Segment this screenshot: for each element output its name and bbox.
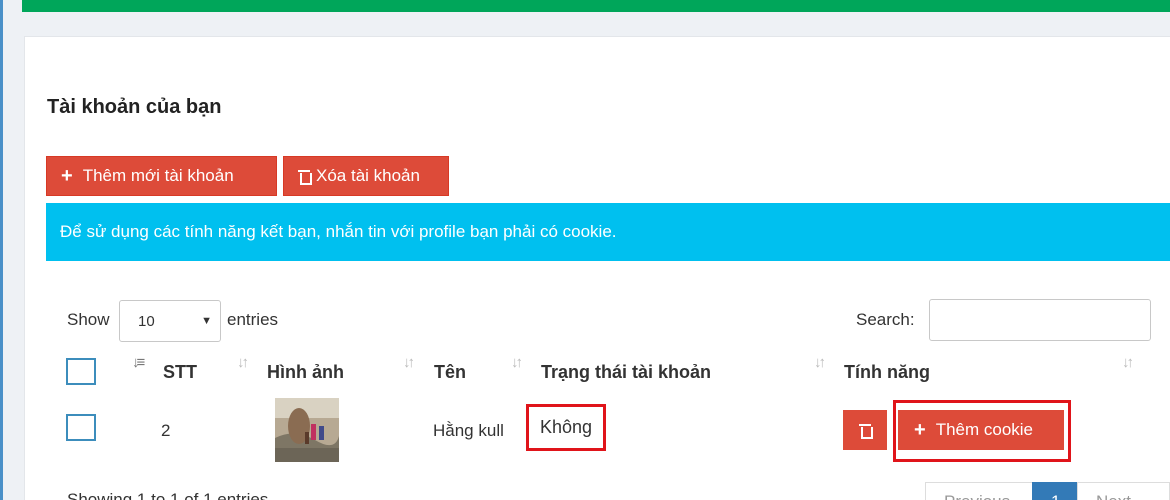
- entries-label: entries: [227, 310, 279, 329]
- column-header-stt[interactable]: STT: [163, 362, 197, 383]
- callout-text: Để sử dụng các tính năng kết bạn, nhắn t…: [60, 222, 617, 241]
- search-label: Search:: [856, 310, 915, 329]
- add-account-button[interactable]: + Thêm mới tài khoản: [46, 156, 277, 196]
- sort-icon[interactable]: ↓↑: [814, 354, 826, 371]
- cookie-info-callout: Để sử dụng các tính năng kết bạn, nhắn t…: [46, 203, 1170, 261]
- pagination-previous[interactable]: Previous: [925, 482, 1033, 500]
- plus-icon: +: [61, 165, 73, 187]
- show-label: Show: [67, 310, 110, 329]
- sort-icon[interactable]: ↓↑: [511, 354, 523, 371]
- pagination-next-label: Next: [1096, 492, 1131, 500]
- trash-icon: [298, 169, 312, 185]
- pagination-current[interactable]: 1: [1032, 482, 1078, 500]
- pagination-next[interactable]: Next: [1077, 482, 1170, 500]
- column-header-status[interactable]: Trạng thái tài khoản: [541, 362, 711, 383]
- column-header-name[interactable]: Tên: [434, 362, 466, 383]
- column-header-image[interactable]: Hình ảnh: [267, 362, 344, 383]
- sort-icon[interactable]: ↓↑: [403, 354, 415, 371]
- left-edge-border: [0, 0, 3, 500]
- row-name: Hằng kull: [433, 421, 504, 440]
- sort-icon[interactable]: ↓↑: [1122, 354, 1134, 371]
- page-title: Tài khoản của bạn: [47, 96, 222, 118]
- row-status-text: Không: [539, 417, 593, 437]
- profile-image: [275, 398, 339, 462]
- delete-account-button[interactable]: Xóa tài khoản: [283, 156, 449, 196]
- delete-account-label: Xóa tài khoản: [316, 166, 420, 185]
- add-cookie-button[interactable]: + Thêm cookie: [898, 410, 1064, 450]
- row-delete-button[interactable]: [843, 410, 887, 450]
- table-info: Showing 1 to 1 of 1 entries: [67, 490, 269, 500]
- row-checkbox[interactable]: [66, 414, 96, 441]
- select-all-checkbox[interactable]: [66, 358, 96, 385]
- row-status: Không: [526, 404, 606, 451]
- pagination-previous-label: Previous: [944, 492, 1010, 500]
- entries-length-value: 10: [138, 313, 155, 330]
- add-cookie-label: Thêm cookie: [935, 420, 1034, 439]
- pagination-current-label: 1: [1051, 492, 1060, 500]
- column-header-features[interactable]: Tính năng: [844, 362, 930, 383]
- add-account-label: Thêm mới tài khoản: [82, 166, 234, 185]
- top-header-bar: [22, 0, 1170, 12]
- trash-icon: [859, 423, 873, 439]
- plus-icon: +: [914, 419, 926, 441]
- row-stt: 2: [161, 421, 171, 440]
- profile-photo: [275, 398, 339, 462]
- search-input[interactable]: [929, 299, 1151, 341]
- entries-length-select[interactable]: 10 ▼: [119, 300, 221, 342]
- sort-icon[interactable]: ↓↑: [237, 354, 249, 371]
- sort-asc-icon[interactable]: ↓≡: [132, 354, 145, 371]
- caret-down-icon: ▼: [201, 315, 212, 327]
